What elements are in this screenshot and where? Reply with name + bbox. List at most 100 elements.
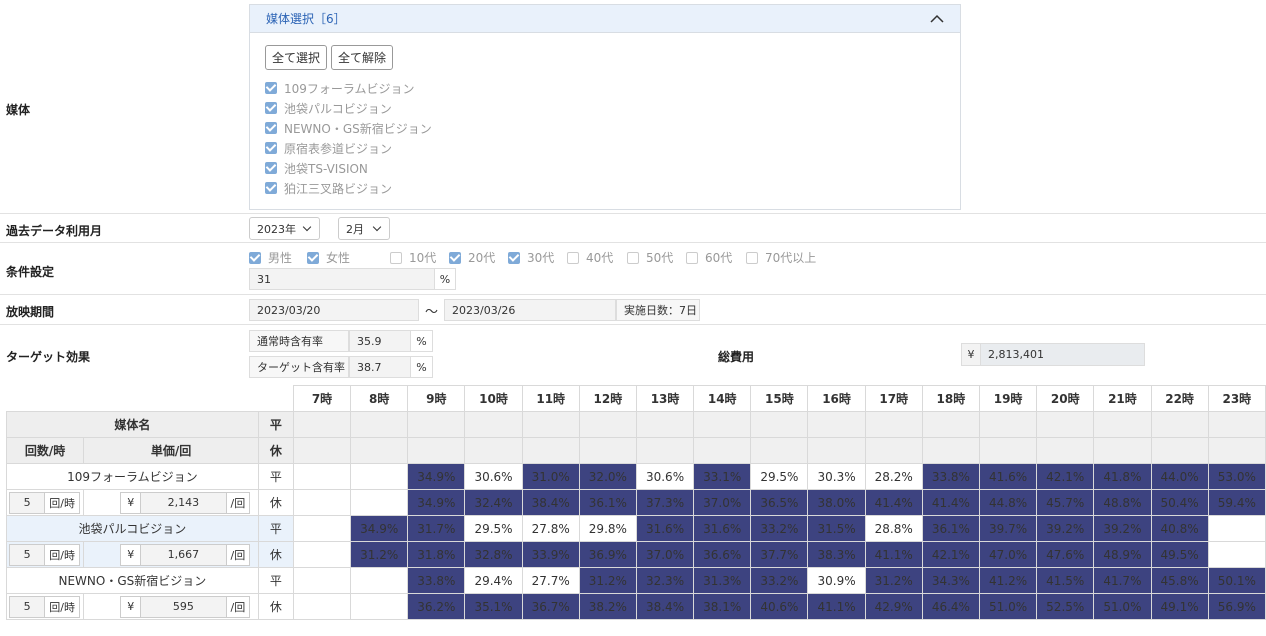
media-option[interactable]: NEWNO・GS新宿ビジョン [265,118,432,138]
weekday-cell[interactable]: 33.2% [750,567,809,594]
weekday-cell[interactable]: 44.0% [1150,463,1209,490]
weekday-cell[interactable]: 27.7% [521,567,580,594]
weekday-cell[interactable]: 33.8% [921,463,980,490]
condition-checkbox[interactable]: 20代 [449,249,495,266]
weekday-cell[interactable]: 33.2% [750,515,809,542]
holiday-cell[interactable]: 40.6% [750,593,809,620]
holiday-cell[interactable]: 47.0% [978,541,1038,568]
media-option[interactable]: 109フォーラムビジョン [265,78,432,98]
count-input[interactable]: 5 回/時 [9,491,80,514]
holiday-cell[interactable]: 41.1% [807,593,866,620]
holiday-cell[interactable] [350,489,409,516]
condition-checkbox[interactable]: 50代 [627,249,673,266]
weekday-cell[interactable] [1207,515,1266,542]
holiday-cell[interactable]: 38.0% [807,489,866,516]
checkbox-checked-icon[interactable] [249,251,261,264]
weekday-cell[interactable]: 30.6% [635,463,695,490]
weekday-cell[interactable]: 28.2% [864,463,923,490]
holiday-cell[interactable]: 42.1% [921,541,980,568]
checkbox-empty-icon[interactable] [627,251,639,264]
weekday-cell[interactable]: 29.5% [750,463,809,490]
price-input[interactable]: ¥2,143/回 [120,491,251,514]
checkbox-empty-icon[interactable] [746,251,758,264]
count-input[interactable]: 5 回/時 [9,595,80,618]
holiday-cell[interactable]: 46.4% [921,593,980,620]
weekday-cell[interactable]: 42.1% [1036,463,1095,490]
holiday-cell[interactable]: 37.3% [635,489,695,516]
holiday-cell[interactable]: 38.3% [807,541,866,568]
checkbox-checked-icon[interactable] [265,82,277,94]
checkbox-checked-icon[interactable] [265,122,277,134]
weekday-cell[interactable] [292,567,352,594]
holiday-cell[interactable] [292,489,352,516]
holiday-cell[interactable]: 33.9% [521,541,580,568]
weekday-cell[interactable]: 41.8% [1093,463,1152,490]
holiday-cell[interactable]: 36.6% [693,541,752,568]
checkbox-checked-icon[interactable] [265,182,277,194]
weekday-cell[interactable] [350,463,409,490]
holiday-cell[interactable]: 45.7% [1036,489,1095,516]
weekday-cell[interactable]: 34.3% [921,567,980,594]
rate-input[interactable]: 31 [249,268,435,290]
count-input[interactable]: 5 回/時 [9,543,80,566]
weekday-cell[interactable]: 31.2% [578,567,637,594]
holiday-cell[interactable]: 36.5% [750,489,809,516]
checkbox-empty-icon[interactable] [390,251,402,264]
condition-checkbox[interactable]: 60代 [686,249,732,266]
clear-all-button[interactable]: 全て解除 [331,45,394,70]
period-end-input[interactable]: 2023/03/26 [444,299,616,321]
price-input[interactable]: ¥595/回 [120,595,251,618]
weekday-cell[interactable] [292,463,352,490]
weekday-cell[interactable]: 31.5% [807,515,866,542]
holiday-cell[interactable]: 37.0% [635,541,695,568]
condition-checkbox[interactable]: 10代 [390,249,436,266]
weekday-cell[interactable]: 34.9% [407,463,466,490]
checkbox-empty-icon[interactable] [686,251,698,264]
weekday-cell[interactable]: 34.9% [350,515,409,542]
select-all-button[interactable]: 全て選択 [265,45,328,70]
weekday-cell[interactable]: 31.6% [693,515,752,542]
weekday-cell[interactable]: 28.8% [864,515,923,542]
checkbox-checked-icon[interactable] [508,251,520,264]
holiday-cell[interactable]: 42.9% [864,593,923,620]
holiday-cell[interactable]: 38.4% [521,489,580,516]
weekday-cell[interactable]: 27.8% [521,515,580,542]
price-input[interactable]: ¥1,667/回 [120,543,251,566]
weekday-cell[interactable]: 29.5% [464,515,523,542]
weekday-cell[interactable]: 39.7% [978,515,1038,542]
holiday-cell[interactable]: 47.6% [1036,541,1095,568]
media-option[interactable]: 原宿表参道ビジョン [265,138,432,158]
period-start-input[interactable]: 2023/03/20 [249,299,419,321]
holiday-cell[interactable]: 51.0% [978,593,1038,620]
holiday-cell[interactable]: 32.8% [464,541,523,568]
weekday-cell[interactable]: 39.2% [1093,515,1152,542]
media-panel-header[interactable]: 媒体選択［6］ [250,5,960,33]
weekday-cell[interactable]: 53.0% [1207,463,1266,490]
weekday-cell[interactable]: 41.2% [978,567,1038,594]
holiday-cell[interactable] [292,593,352,620]
checkbox-checked-icon[interactable] [449,251,461,264]
weekday-cell[interactable]: 32.0% [578,463,637,490]
holiday-cell[interactable]: 37.0% [693,489,752,516]
holiday-cell[interactable]: 49.5% [1150,541,1209,568]
weekday-cell[interactable]: 30.9% [807,567,866,594]
weekday-cell[interactable]: 30.3% [807,463,866,490]
media-option[interactable]: 池袋パルコビジョン [265,98,432,118]
holiday-cell[interactable]: 52.5% [1036,593,1095,620]
holiday-cell[interactable]: 36.2% [407,593,466,620]
checkbox-checked-icon[interactable] [265,142,277,154]
holiday-cell[interactable]: 48.9% [1093,541,1152,568]
weekday-cell[interactable] [292,515,352,542]
weekday-cell[interactable]: 31.2% [864,567,923,594]
holiday-cell[interactable]: 56.9% [1207,593,1266,620]
holiday-cell[interactable]: 41.4% [864,489,923,516]
weekday-cell[interactable] [350,567,409,594]
holiday-cell[interactable]: 35.1% [464,593,523,620]
condition-checkbox[interactable]: 女性 [307,249,350,266]
holiday-cell[interactable] [350,593,409,620]
weekday-cell[interactable]: 30.6% [464,463,523,490]
weekday-cell[interactable]: 29.8% [578,515,637,542]
media-option[interactable]: 池袋TS-VISION [265,158,432,178]
checkbox-checked-icon[interactable] [307,251,319,264]
condition-checkbox[interactable]: 40代 [567,249,613,266]
